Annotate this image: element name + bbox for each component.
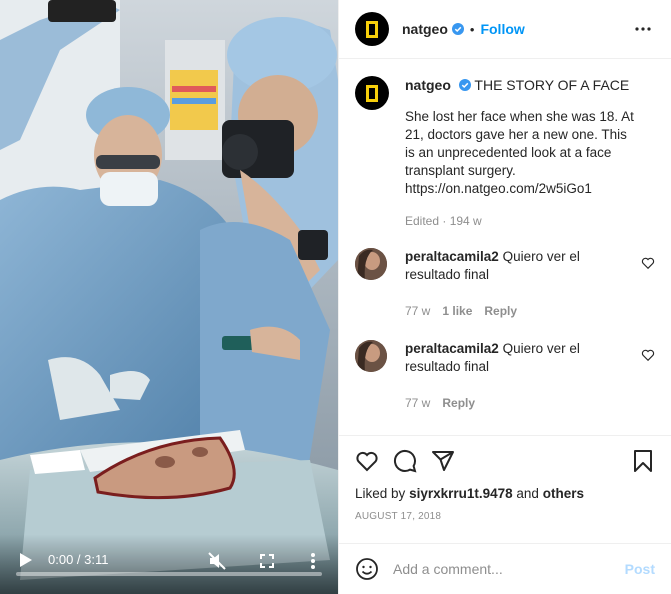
heart-icon[interactable] [641,348,655,362]
post-date[interactable]: AUGUST 17, 2018 [355,511,655,522]
comment-age: 77 w [405,396,431,410]
play-button[interactable] [16,550,36,570]
comment-body: peraltacamila2 Quiero ver el resultado f… [405,340,635,412]
caption-title: THE STORY OF A FACE [474,77,630,93]
like-button[interactable] [355,449,379,473]
natgeo-logo-icon [366,20,378,38]
video-options-button[interactable] [302,550,324,572]
post-options-button[interactable] [631,17,655,41]
share-button[interactable] [431,449,455,473]
caption-body: natgeo THE STORY OF A FACE She lost her … [405,76,635,228]
comment-meta: 77 w Reply [405,394,635,412]
action-bar [355,436,655,486]
post-comment-button[interactable]: Post [625,561,655,577]
comment-username[interactable]: peraltacamila2 [405,249,499,264]
natgeo-logo-icon [366,84,378,102]
play-icon [20,553,32,567]
comment-username[interactable]: peraltacamila2 [405,341,499,356]
comment-age: 77 w [405,304,431,318]
comment-body: peraltacamila2 Quiero ver el resultado f… [405,248,635,320]
post-actions: Liked by siyrxkrru1t.9478 and others AUG… [339,435,671,543]
mute-button[interactable] [206,550,228,572]
follow-button[interactable]: Follow [480,21,524,37]
more-vertical-icon [311,553,315,569]
video-controls: 0:00 / 3:11 [0,534,338,594]
video-frame-image [0,0,338,594]
heart-icon [356,451,378,472]
comment-item: peraltacamila2 Quiero ver el resultado f… [355,340,655,412]
post-caption: natgeo THE STORY OF A FACE She lost her … [355,76,655,228]
comment-button[interactable] [393,449,417,473]
caption-text: She lost her face when she was 18. At 21… [405,109,634,196]
comment-input[interactable] [393,561,625,577]
comments-list[interactable]: natgeo THE STORY OF A FACE She lost her … [339,60,671,435]
comment-meta: 77 w 1 like Reply [405,302,635,320]
commenter-avatar[interactable] [355,248,387,280]
liked-by-others[interactable]: others [543,486,584,501]
fullscreen-icon [260,554,274,568]
save-icon [634,450,652,472]
caption-meta: Edited · 194 w [405,214,482,228]
reply-button[interactable]: Reply [442,394,475,412]
liked-by-prefix: Liked by [355,486,406,501]
post-header: natgeo • Follow [339,0,671,59]
verified-icon [458,79,471,91]
more-horizontal-icon [635,27,651,31]
emoji-icon[interactable] [355,557,379,581]
video-time: 0:00 / 3:11 [48,552,109,567]
heart-icon[interactable] [641,256,655,270]
fullscreen-button[interactable] [256,550,278,572]
comment-icon [393,449,417,473]
liked-by: Liked by siyrxkrru1t.9478 and others [355,486,655,501]
liked-by-user[interactable]: siyrxkrru1t.9478 [409,486,513,501]
header-separator: • [469,21,475,37]
liked-by-and: and [516,486,539,501]
caption-username[interactable]: natgeo [405,77,451,93]
mute-icon [208,552,226,570]
caption-avatar[interactable] [355,76,389,110]
caption-heading: natgeo THE STORY OF A FACE [405,76,635,94]
header-username[interactable]: natgeo [402,21,448,37]
add-comment-bar: Post [339,543,671,594]
post-side-panel: natgeo • Follow natgeo THE STORY OF A FA… [338,0,671,594]
share-icon [432,451,454,471]
save-button[interactable] [631,449,655,473]
comment-likes[interactable]: 1 like [442,302,472,320]
commenter-avatar[interactable] [355,340,387,372]
video-progress-bar[interactable] [16,572,322,576]
comment-item: peraltacamila2 Quiero ver el resultado f… [355,248,655,320]
reply-button[interactable]: Reply [484,302,517,320]
verified-icon [451,23,464,35]
natgeo-avatar[interactable] [355,12,389,46]
post-video[interactable]: 0:00 / 3:11 [0,0,338,594]
